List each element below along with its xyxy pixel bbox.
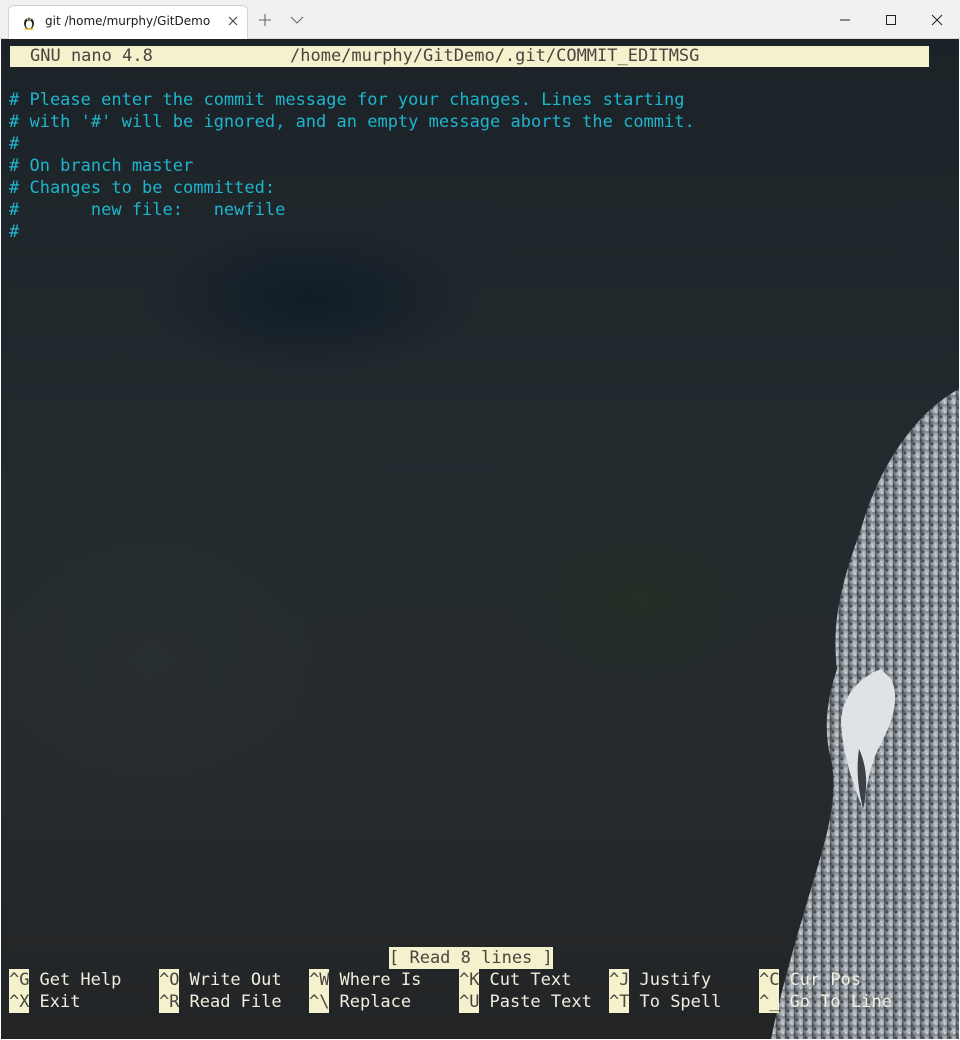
plus-icon <box>259 13 271 26</box>
editor-line[interactable]: # <box>9 221 19 243</box>
shortcut-label: Cut Text <box>489 970 572 990</box>
shortcut-paste-text[interactable]: ^U Paste Text <box>459 991 592 1013</box>
shortcut-justify[interactable]: ^J Justify <box>609 969 711 991</box>
shortcut-key: ^G <box>9 969 30 991</box>
shortcut-key: ^W <box>309 969 330 991</box>
shortcut-label: Get Help <box>39 970 122 990</box>
shortcut-label: To Spell <box>639 992 722 1012</box>
shortcut-key: ^R <box>159 991 180 1013</box>
new-tab-button[interactable] <box>254 0 276 39</box>
tab-dropdown-button[interactable] <box>286 0 308 39</box>
file-path: /home/murphy/GitDemo/.git/COMMIT_EDITMSG <box>290 46 700 66</box>
shortcut-key: ^U <box>459 991 480 1013</box>
shortcut-where-is[interactable]: ^W Where Is <box>309 969 421 991</box>
shortcut-label: Write Out <box>189 970 282 990</box>
shortcut-label: Exit <box>39 992 81 1012</box>
shortcut-cut-text[interactable]: ^K Cut Text <box>459 969 571 991</box>
editor-line[interactable]: # <box>9 133 19 155</box>
shortcut-label: Paste Text <box>489 992 592 1012</box>
shortcut-go-to-line[interactable]: ^_ Go To Line <box>759 991 892 1013</box>
shortcut-to-spell[interactable]: ^T To Spell <box>609 991 721 1013</box>
chevron-down-icon <box>290 16 304 24</box>
shortcut-key: ^_ <box>759 991 780 1013</box>
minimize-button[interactable] <box>822 0 868 39</box>
terminal-tab[interactable]: git /home/murphy/GitDemo <box>8 5 248 39</box>
shortcut-read-file[interactable]: ^R Read File <box>159 991 282 1013</box>
shortcut-key: ^\ <box>309 991 330 1013</box>
shortcut-label: Go To Line <box>789 992 892 1012</box>
maximize-button[interactable] <box>868 0 914 39</box>
shortcut-key: ^K <box>459 969 480 991</box>
shortcut-key: ^C <box>759 969 780 991</box>
status-message: [ Read 8 lines ] <box>389 947 553 969</box>
shortcut-key: ^X <box>9 991 30 1013</box>
nano-version: GNU nano 4.8 <box>30 46 153 66</box>
minimize-icon <box>840 19 850 20</box>
shortcut-key: ^O <box>159 969 180 991</box>
editor-line[interactable]: # On branch master <box>9 155 193 177</box>
title-bar: git /home/murphy/GitDemo <box>0 0 960 39</box>
tab-title: git /home/murphy/GitDemo <box>45 14 211 28</box>
shortcut-key: ^T <box>609 991 630 1013</box>
shortcut-label: Replace <box>339 992 412 1012</box>
close-window-button[interactable] <box>914 0 960 39</box>
shortcut-write-out[interactable]: ^O Write Out <box>159 969 282 991</box>
editor-line[interactable]: # Please enter the commit message for yo… <box>9 89 685 111</box>
shortcut-label: Cur Pos <box>789 970 862 990</box>
shortcut-label: Justify <box>639 970 712 990</box>
editor-line[interactable]: # Changes to be committed: <box>9 177 275 199</box>
shortcut-exit[interactable]: ^X Exit <box>9 991 80 1013</box>
close-icon <box>931 14 943 25</box>
maximize-icon <box>886 14 896 25</box>
nano-header-bar: GNU nano 4.8 /home/murphy/GitDemo/.git/C… <box>10 46 929 67</box>
owl-background-image <box>771 389 959 1039</box>
shortcut-cur-pos[interactable]: ^C Cur Pos <box>759 969 861 991</box>
shortcut-label: Read File <box>189 992 282 1012</box>
shortcut-replace[interactable]: ^\ Replace <box>309 991 411 1013</box>
editor-line[interactable]: # with '#' will be ignored, and an empty… <box>9 111 695 133</box>
linux-penguin-icon <box>24 17 34 30</box>
close-tab-icon[interactable] <box>225 13 241 29</box>
shortcut-get-help[interactable]: ^G Get Help <box>9 969 121 991</box>
editor-line[interactable]: # new file: newfile <box>9 199 285 221</box>
shortcut-label: Where Is <box>339 970 422 990</box>
terminal-area[interactable]: GNU nano 4.8 /home/murphy/GitDemo/.git/C… <box>1 39 959 1039</box>
shortcut-key: ^J <box>609 969 630 991</box>
